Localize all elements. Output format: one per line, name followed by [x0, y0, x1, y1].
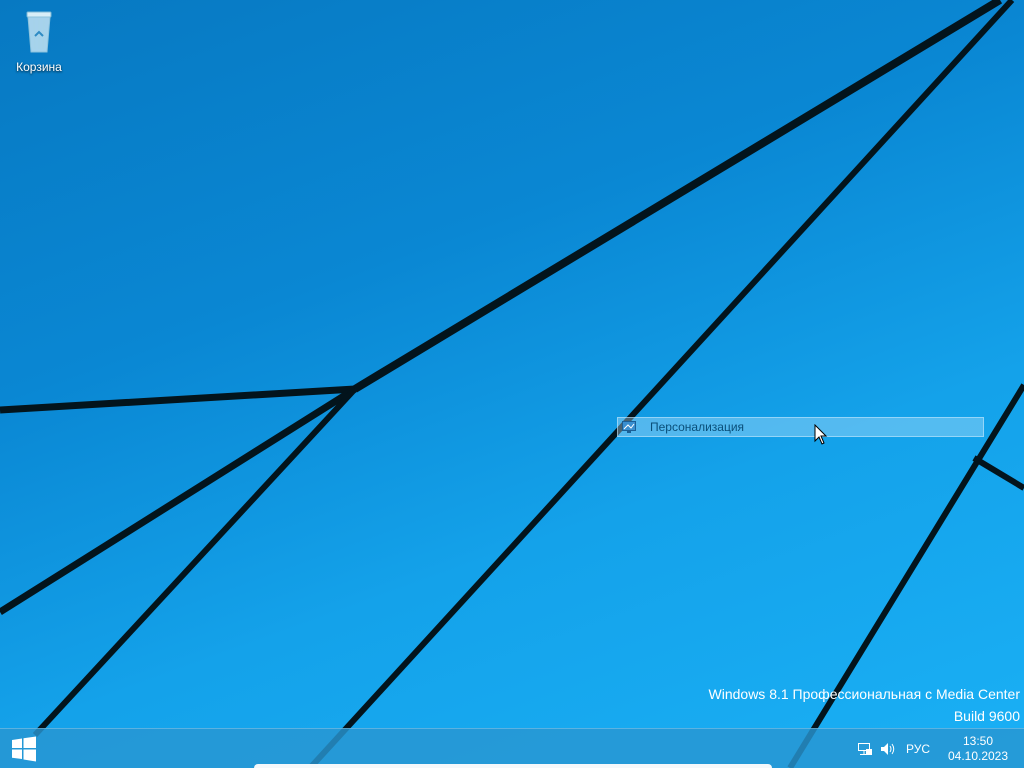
watermark-build: Build 9600	[953, 708, 1020, 724]
input-language-indicator[interactable]: РУС	[906, 742, 930, 756]
recycle-bin-icon	[26, 11, 52, 53]
clock-date: 04.10.2023	[947, 749, 1009, 763]
recycle-bin-label: Корзина	[16, 60, 62, 74]
mouse-cursor-icon	[814, 424, 828, 445]
clock-time: 13:50	[962, 734, 994, 748]
desktop[interactable]: Корзина Персонализация Windows 8.1 Профе…	[0, 0, 1024, 768]
personalization-icon	[622, 421, 636, 433]
bottom-panel-edge	[254, 764, 772, 768]
context-menu-item-personalization[interactable]: Персонализация	[617, 417, 984, 437]
volume-icon[interactable]	[880, 741, 896, 757]
taskbar: РУС 13:50 04.10.2023	[0, 728, 1024, 768]
desktop-icon-recycle-bin[interactable]: Корзина	[8, 6, 70, 76]
watermark-edition: Windows 8.1 Профессиональная с Media Cen…	[708, 686, 1020, 702]
show-desktop-button[interactable]	[1018, 729, 1024, 768]
windows-watermark: Windows 8.1 Профессиональная с Media Cen…	[709, 683, 1020, 727]
taskbar-clock[interactable]: 13:50 04.10.2023	[946, 734, 1010, 764]
network-icon[interactable]	[857, 741, 873, 757]
start-button[interactable]	[0, 729, 48, 768]
windows-logo-icon	[12, 736, 36, 762]
wallpaper-lines	[0, 0, 1024, 768]
context-menu-item-label: Персонализация	[650, 420, 745, 434]
